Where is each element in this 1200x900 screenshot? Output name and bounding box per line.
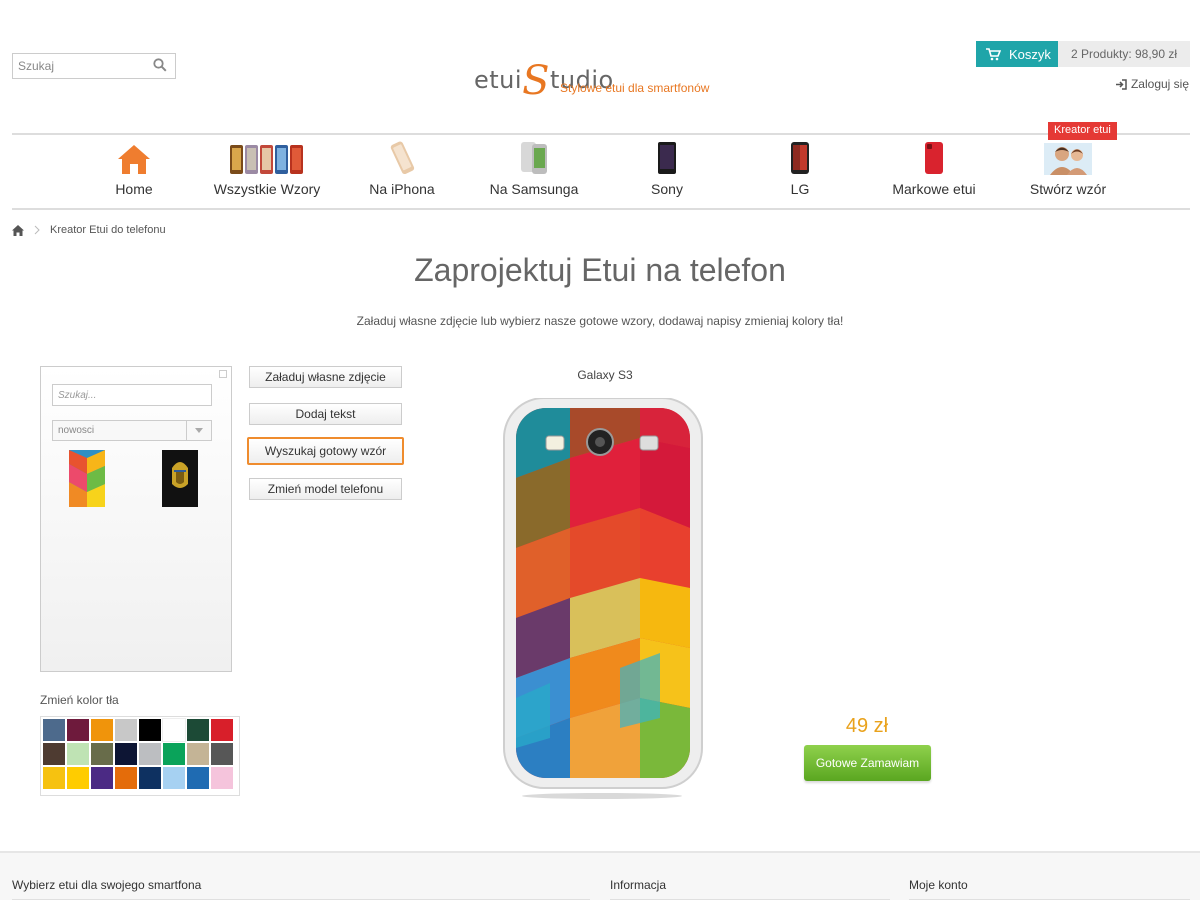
phone-model-name: Galaxy S3 [577, 368, 633, 382]
footer: Wybierz etui dla swojego smartfona Infor… [0, 851, 1200, 900]
nav-label-all-designs: Wszystkie Wzory [213, 181, 321, 197]
footer-heading-account: Moje konto [909, 878, 968, 892]
home-icon [118, 145, 150, 174]
cart-summary[interactable]: 2 Produkty: 98,90 zł [1058, 41, 1190, 67]
nav-item-all-designs[interactable]: Wszystkie Wzory [207, 135, 327, 210]
price: 49 zł [845, 715, 889, 737]
create-design-icon [1044, 143, 1092, 175]
cart-button[interactable]: Koszyk [976, 41, 1058, 67]
design-search-input[interactable]: Szukaj... [52, 384, 212, 406]
color-swatch[interactable] [162, 718, 186, 742]
search-box[interactable] [12, 53, 176, 79]
cases-icon [230, 145, 303, 174]
footer-heading-choose-case: Wybierz etui dla swojego smartfona [12, 878, 202, 892]
nav-label-sony: Sony [651, 181, 683, 197]
footer-heading-info: Informacja [610, 878, 667, 892]
sony-icon [658, 142, 676, 174]
color-swatch[interactable] [115, 743, 137, 765]
search-input[interactable] [13, 54, 143, 78]
login-link[interactable]: Zaloguj się [1115, 77, 1189, 91]
order-button[interactable]: Gotowe Zamawiam [804, 745, 931, 781]
nav-item-iphone[interactable]: Na iPhona [360, 135, 444, 210]
logo-prefix: etui [474, 66, 523, 94]
sort-select-value: nowosci [58, 425, 95, 436]
color-swatch[interactable] [139, 767, 161, 789]
iphone-icon [390, 141, 415, 175]
search-icon[interactable] [153, 58, 167, 72]
color-swatch[interactable] [43, 743, 65, 765]
color-swatch[interactable] [139, 743, 161, 765]
color-swatch[interactable] [91, 767, 113, 789]
nav-item-create-design[interactable]: Stwórz wzór [1018, 135, 1118, 210]
find-design-button[interactable]: Wyszukaj gotowy wzór [247, 437, 404, 465]
chevron-right-icon [34, 225, 40, 235]
creator-badge[interactable]: Kreator etui [1048, 122, 1117, 140]
sign-in-icon [1115, 78, 1127, 90]
color-swatch[interactable] [67, 743, 89, 765]
nav-item-lg[interactable]: LG [772, 135, 828, 210]
color-swatch[interactable] [187, 743, 209, 765]
nav-label-branded: Markowe etui [892, 181, 976, 197]
phone-shadow [522, 793, 682, 799]
design-thumbnail-geometric[interactable] [69, 450, 105, 507]
add-text-button[interactable]: Dodaj tekst [249, 403, 402, 425]
color-swatch[interactable] [67, 767, 89, 789]
breadcrumb-current: Kreator Etui do telefonu [50, 224, 166, 236]
color-swatch[interactable] [139, 719, 161, 741]
nav-item-sony[interactable]: Sony [640, 135, 694, 210]
upload-photo-button[interactable]: Załaduj własne zdjęcie [249, 366, 402, 388]
color-swatch[interactable] [91, 719, 113, 741]
color-swatch[interactable] [211, 743, 233, 765]
color-swatch[interactable] [67, 719, 89, 741]
nav-label-home: Home [115, 181, 153, 197]
color-swatch[interactable] [187, 719, 209, 741]
background-color-label: Zmień kolor tła [40, 693, 119, 707]
nav-item-home[interactable]: Home [104, 135, 164, 210]
nav-label-samsung: Na Samsunga [489, 181, 579, 197]
color-swatch[interactable] [115, 719, 137, 741]
main-nav: Home Wszystkie Wzory Na iPhona Na Samsun… [12, 133, 1190, 210]
logo[interactable]: etuiStudio Stylowe etui dla smartfonów [470, 36, 732, 104]
lg-icon [791, 142, 809, 174]
page-title: Zaprojektuj Etui na telefon [414, 252, 786, 288]
color-swatch[interactable] [115, 767, 137, 789]
breadcrumb: Kreator Etui do telefonu [12, 224, 166, 236]
cart-icon [986, 47, 1001, 60]
cart-label: Koszyk [1009, 46, 1051, 62]
chevron-down-icon[interactable] [186, 421, 211, 440]
nav-label-iphone: Na iPhona [369, 181, 435, 197]
design-thumbnail-tutankhamun[interactable] [162, 450, 198, 507]
nav-label-create-design: Stwórz wzór [1029, 181, 1107, 197]
nav-item-branded[interactable]: Markowe etui [884, 135, 984, 210]
change-model-button[interactable]: Zmień model telefonu [249, 478, 402, 500]
phone-case-preview[interactable] [500, 398, 706, 790]
samsung-icon [521, 142, 547, 174]
logo-tagline: Stylowe etui dla smartfonów [560, 81, 710, 95]
page-subtitle: Załaduj własne zdjęcie lub wybierz nasze… [356, 314, 844, 328]
home-icon[interactable] [12, 224, 24, 236]
background-color-palette [40, 716, 240, 796]
color-swatch[interactable] [163, 743, 185, 765]
color-swatch[interactable] [43, 719, 65, 741]
logo-s: S [522, 58, 550, 104]
close-icon[interactable] [219, 370, 227, 378]
branded-case-icon [925, 142, 943, 174]
color-swatch[interactable] [43, 767, 65, 789]
color-swatch[interactable] [163, 767, 185, 789]
design-browser-panel: Szukaj... nowosci [40, 366, 232, 672]
login-label: Zaloguj się [1130, 77, 1189, 91]
color-swatch[interactable] [211, 767, 233, 789]
nav-label-lg: LG [790, 181, 810, 197]
nav-item-samsung[interactable]: Na Samsunga [482, 135, 586, 210]
sort-select[interactable]: nowosci [52, 420, 212, 441]
color-swatch[interactable] [187, 767, 209, 789]
color-swatch[interactable] [91, 743, 113, 765]
color-swatch[interactable] [211, 719, 233, 741]
